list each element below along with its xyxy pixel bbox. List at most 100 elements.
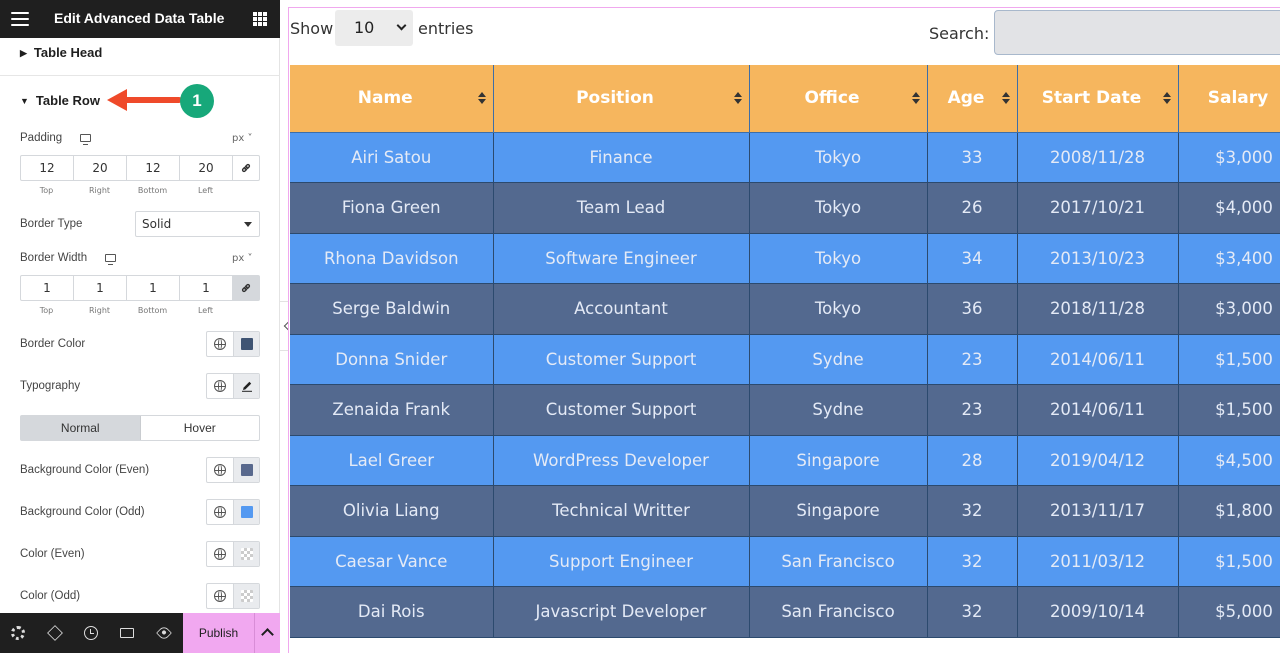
table-cell: San Francisco [749, 586, 928, 638]
globe-icon [214, 338, 226, 350]
link-values-button[interactable] [233, 156, 259, 180]
border-top-input[interactable]: 1 [21, 276, 74, 300]
column-header-label: Start Date [1041, 88, 1142, 109]
column-header-age[interactable]: Age [927, 65, 1018, 133]
responsive-mode-icon[interactable] [120, 628, 134, 638]
desktop-icon[interactable] [105, 254, 116, 265]
column-header-label: Position [576, 88, 654, 109]
table-cell: 2008/11/28 [1017, 132, 1179, 183]
table-cell: Support Engineer [493, 536, 750, 587]
table-cell: $3,400 [1178, 233, 1280, 284]
typography-edit-button[interactable] [234, 374, 259, 398]
column-header-name[interactable]: Name [290, 65, 494, 133]
border-width-inputs: 1 1 1 1 [20, 275, 260, 301]
table-cell: $5,000 [1178, 586, 1280, 638]
color-swatch [240, 464, 253, 476]
table-cell: $1,500 [1178, 334, 1280, 385]
border-type-value: Solid [142, 217, 172, 231]
border-type-select[interactable]: Solid [135, 211, 260, 237]
padding-unit[interactable]: px ˅ [232, 133, 252, 144]
table-cell: $1,500 [1178, 536, 1280, 587]
column-header-label: Age [947, 88, 985, 109]
global-colors-button[interactable] [207, 584, 234, 608]
border-bottom-input[interactable]: 1 [127, 276, 180, 300]
tab-normal[interactable]: Normal [21, 416, 141, 440]
table-cell: $1,500 [1178, 384, 1280, 436]
bg-even-color-picker[interactable] [234, 458, 259, 482]
table-cell: Tokyo [749, 132, 928, 183]
border-type-label: Border Type [20, 218, 83, 230]
padding-left-input[interactable]: 20 [180, 156, 233, 180]
column-header-office[interactable]: Office [749, 65, 928, 133]
border-right-input[interactable]: 1 [74, 276, 127, 300]
typography-control [206, 373, 260, 399]
color-odd-picker[interactable] [234, 584, 259, 608]
publish-options-chevron-icon[interactable] [254, 613, 280, 653]
section-table-head[interactable]: ▶ Table Head [20, 45, 102, 60]
transparent-swatch [240, 590, 253, 602]
preview-eye-icon[interactable] [156, 625, 172, 641]
border-width-unit[interactable]: px ˅ [232, 253, 252, 264]
sort-icon [733, 92, 743, 106]
column-header-label: Name [357, 88, 413, 109]
caret-right-icon: ▶ [20, 48, 27, 58]
table-cell: Airi Satou [290, 132, 494, 183]
history-icon[interactable] [84, 626, 98, 640]
table-cell: Tokyo [749, 283, 928, 335]
side-label: Bottom [137, 186, 168, 195]
globe-icon [214, 590, 226, 602]
widgets-grid-icon[interactable] [253, 12, 267, 26]
global-colors-button[interactable] [207, 332, 234, 356]
publish-button[interactable]: Publish [183, 613, 254, 653]
color-odd-label: Color (Odd) [20, 590, 81, 602]
section-table-row[interactable]: ▼ Table Row [20, 93, 100, 108]
typography-label: Typography [20, 380, 81, 392]
column-header-salary[interactable]: Salary [1178, 65, 1280, 133]
column-header-position[interactable]: Position [493, 65, 750, 133]
side-label: Bottom [137, 306, 168, 315]
column-header-start-date[interactable]: Start Date [1017, 65, 1179, 133]
border-color-picker[interactable] [234, 332, 259, 356]
menu-icon[interactable] [11, 12, 29, 26]
global-fonts-button[interactable] [207, 374, 234, 398]
editor-panel: Edit Advanced Data Table ▶ Table Head ▼ Ta… [0, 0, 280, 653]
padding-label: Padding [20, 132, 63, 144]
transparent-swatch [240, 548, 253, 560]
global-colors-button[interactable] [207, 500, 234, 524]
chevron-down-icon [396, 20, 407, 31]
table-cell: Singapore [749, 435, 928, 486]
global-colors-button[interactable] [207, 458, 234, 482]
settings-icon[interactable] [11, 626, 25, 640]
search-input[interactable] [994, 10, 1280, 55]
link-values-button[interactable] [233, 276, 259, 300]
table-cell: Sydne [749, 384, 928, 436]
border-color-control [206, 331, 260, 357]
sort-icon [1001, 92, 1011, 106]
global-colors-button[interactable] [207, 542, 234, 566]
padding-bottom-input[interactable]: 12 [127, 156, 180, 180]
border-left-input[interactable]: 1 [180, 276, 233, 300]
padding-unit-label: px [232, 133, 245, 144]
color-odd-control [206, 583, 260, 609]
desktop-icon[interactable] [80, 134, 91, 145]
table-cell: 33 [927, 132, 1018, 183]
section-table-row-label: Table Row [35, 93, 100, 108]
navigator-icon[interactable] [47, 625, 63, 641]
table-cell: Olivia Liang [290, 485, 494, 537]
bg-odd-color-picker[interactable] [234, 500, 259, 524]
color-even-picker[interactable] [234, 542, 259, 566]
bg-odd-control [206, 499, 260, 525]
side-label: Left [197, 186, 214, 195]
table-cell: Customer Support [493, 334, 750, 385]
table-cell: 2017/10/21 [1017, 182, 1179, 234]
tab-hover[interactable]: Hover [141, 416, 260, 440]
table-row: Olivia Liang Technical Writter Singapore 32… [290, 485, 1280, 537]
entries-length-select[interactable]: 10 [335, 10, 413, 46]
page-preview: Show 10 entries Search: Name Position Of… [288, 7, 1280, 653]
table-cell: Finance [493, 132, 750, 183]
padding-right-input[interactable]: 20 [74, 156, 127, 180]
table-row: Rhona Davidson Software Engineer Tokyo 34 20… [290, 233, 1280, 284]
show-label: Show [290, 19, 334, 38]
table-cell: Accountant [493, 283, 750, 335]
padding-top-input[interactable]: 12 [21, 156, 74, 180]
